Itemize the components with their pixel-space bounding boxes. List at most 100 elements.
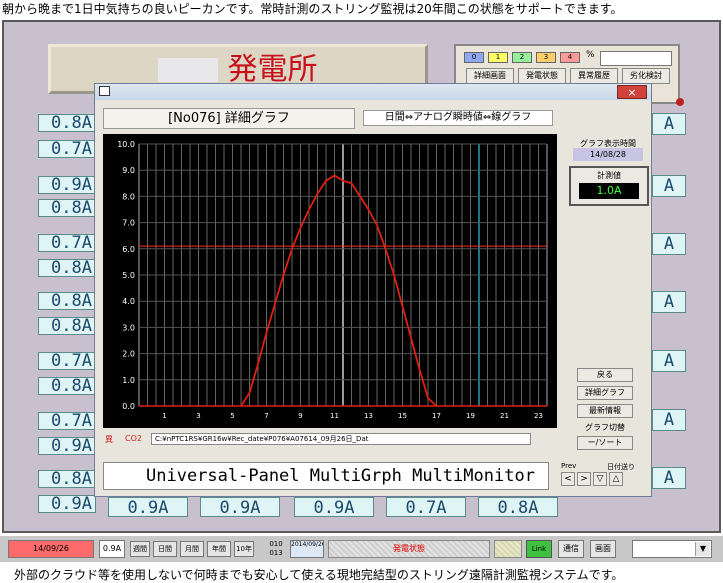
- link-indicator: Link: [526, 540, 552, 558]
- nav-button-0[interactable]: <: [561, 472, 575, 486]
- period-button-2[interactable]: 月間: [180, 541, 204, 557]
- status-select[interactable]: ▼: [632, 540, 712, 558]
- nav-label-prev: Prev: [561, 462, 577, 470]
- readout-left-11: 0.9A: [38, 437, 96, 455]
- y-tick-label: 7.0: [122, 219, 135, 228]
- y-tick-label: 2.0: [122, 350, 135, 359]
- period-button-4[interactable]: 10年: [234, 541, 254, 557]
- readout-right-5: A: [652, 409, 686, 431]
- top-caption: 朝から晩まで1日中気持ちの良いピーカンです。常時計測のストリング監視は20年間こ…: [2, 2, 623, 16]
- y-tick-label: 8.0: [122, 192, 135, 201]
- period-button-3[interactable]: 年間: [207, 541, 231, 557]
- top-button-3[interactable]: 劣化検討: [622, 68, 670, 84]
- readout-left-4: 0.7A: [38, 234, 96, 252]
- x-tick-label: 3: [196, 412, 200, 420]
- y-tick-label: 10.0: [117, 140, 135, 149]
- chevron-down-icon: ▼: [695, 542, 710, 556]
- nav-button-2[interactable]: ▽: [593, 472, 607, 486]
- graph-header-title: [No076] 詳細グラフ: [103, 108, 355, 129]
- display-time-value: 14/08/28: [573, 148, 643, 161]
- x-tick-label: 5: [230, 412, 234, 420]
- readout-left-3: 0.8A: [38, 199, 96, 217]
- file-path: C:¥nPTC1RS¥GR16w¥Rec_date¥P076¥A07614_09…: [151, 433, 531, 445]
- status-message: 発電状態: [328, 540, 490, 558]
- readout-bottom-2: 0.9A: [294, 497, 374, 518]
- x-tick-label: 9: [298, 412, 302, 420]
- comm-button[interactable]: 通信: [558, 540, 584, 558]
- readout-right-2: A: [652, 233, 686, 255]
- readout-left-13: 0.9A: [38, 495, 96, 513]
- bottom-caption: 外部のクラウド等を使用しないで何時までも安心して使える現地完結型のストリング遠隔…: [14, 568, 624, 582]
- x-tick-label: 7: [264, 412, 268, 420]
- top-button-0[interactable]: 詳細画面: [466, 68, 514, 84]
- current-chart: 0.01.02.03.04.05.06.07.08.09.010.01 3 5 7 9 1…: [103, 134, 557, 428]
- readout-right-1: A: [652, 175, 686, 197]
- swatch-2: 2: [512, 52, 532, 63]
- y-tick-label: 5.0: [122, 271, 135, 280]
- readout-bottom-1: 0.9A: [200, 497, 280, 518]
- value-field[interactable]: [600, 51, 672, 66]
- period-button-0[interactable]: 週間: [130, 541, 150, 557]
- readout-left-2: 0.9A: [38, 176, 96, 194]
- status-date: 14/09/26: [8, 540, 94, 558]
- y-tick-label: 0.0: [122, 402, 135, 411]
- masked-name: [158, 58, 219, 82]
- y-tick-label: 9.0: [122, 166, 135, 175]
- window-icon: [99, 86, 110, 96]
- side-button-3[interactable]: グラフ切替: [577, 422, 633, 436]
- swatch-1: 1: [488, 52, 508, 63]
- counters: 010 013: [266, 540, 286, 558]
- measure-box: 計測値 1.0A: [569, 166, 649, 206]
- y-tick-label: 1.0: [122, 376, 135, 385]
- toggle-button[interactable]: ー/ソート: [577, 436, 633, 450]
- x-tick-label: 1: [162, 412, 166, 420]
- co2-mark: CO2: [125, 434, 142, 443]
- nav-button-1[interactable]: >: [577, 472, 591, 486]
- readout-right-3: A: [652, 291, 686, 313]
- readout-left-9: 0.8A: [38, 377, 96, 395]
- side-button-2[interactable]: 最新情報: [577, 404, 633, 418]
- top-button-1[interactable]: 発電状態: [518, 68, 566, 84]
- status-bar: 14/09/26 0.9A 週間 日間 月間 年間 10年 010 013 2014/0…: [0, 536, 723, 562]
- counter-2: 013: [269, 549, 283, 557]
- error-mark: 異: [105, 435, 113, 444]
- readout-bottom-3: 0.7A: [386, 497, 466, 518]
- graph-mode-selector[interactable]: 日間⇔アナログ瞬時値⇔線グラフ: [363, 110, 553, 126]
- top-button-2[interactable]: 異常履歴: [570, 68, 618, 84]
- footer-monitor-text: Universal-Panel MultiGrph MultiMonitor: [103, 462, 549, 490]
- readout-bottom-4: 0.8A: [478, 497, 558, 518]
- x-tick-label: 11: [330, 412, 339, 420]
- readout-right-6: A: [652, 467, 686, 489]
- y-tick-label: 4.0: [122, 297, 135, 306]
- y-tick-label: 3.0: [122, 323, 135, 332]
- alarm-dot: [676, 98, 684, 106]
- readout-left-5: 0.8A: [38, 259, 96, 277]
- period-button-1[interactable]: 日間: [153, 541, 177, 557]
- unit-mark: %: [586, 50, 595, 60]
- dialog-titlebar[interactable]: [95, 84, 651, 100]
- x-tick-label: 19: [466, 412, 475, 420]
- measure-label: 計測値: [597, 171, 621, 180]
- swatch-3: 3: [536, 52, 556, 63]
- x-tick-label: 21: [500, 412, 509, 420]
- screen-button[interactable]: 画面: [590, 540, 616, 558]
- readout-left-8: 0.7A: [38, 352, 96, 370]
- y-tick-label: 6.0: [122, 245, 135, 254]
- counter-1: 010: [269, 540, 283, 548]
- readout-left-7: 0.8A: [38, 317, 96, 335]
- close-button[interactable]: ×: [617, 85, 647, 99]
- status-value: 0.9A: [99, 540, 125, 558]
- swatch-0: 0: [464, 52, 484, 63]
- measure-value: 1.0A: [579, 183, 639, 199]
- side-button-0[interactable]: 戻る: [577, 368, 633, 382]
- swatch-4: 4: [560, 52, 580, 63]
- side-button-1[interactable]: 詳細グラフ: [577, 386, 633, 400]
- nav-button-3[interactable]: △: [609, 472, 623, 486]
- x-tick-label: 17: [432, 412, 441, 420]
- readout-left-0: 0.8A: [38, 114, 96, 132]
- status-pattern: [494, 540, 522, 558]
- x-tick-label: 23: [534, 412, 543, 420]
- x-tick-label: 15: [398, 412, 407, 420]
- nav-label-date: 日付送り: [607, 463, 635, 471]
- x-tick-label: 13: [364, 412, 373, 420]
